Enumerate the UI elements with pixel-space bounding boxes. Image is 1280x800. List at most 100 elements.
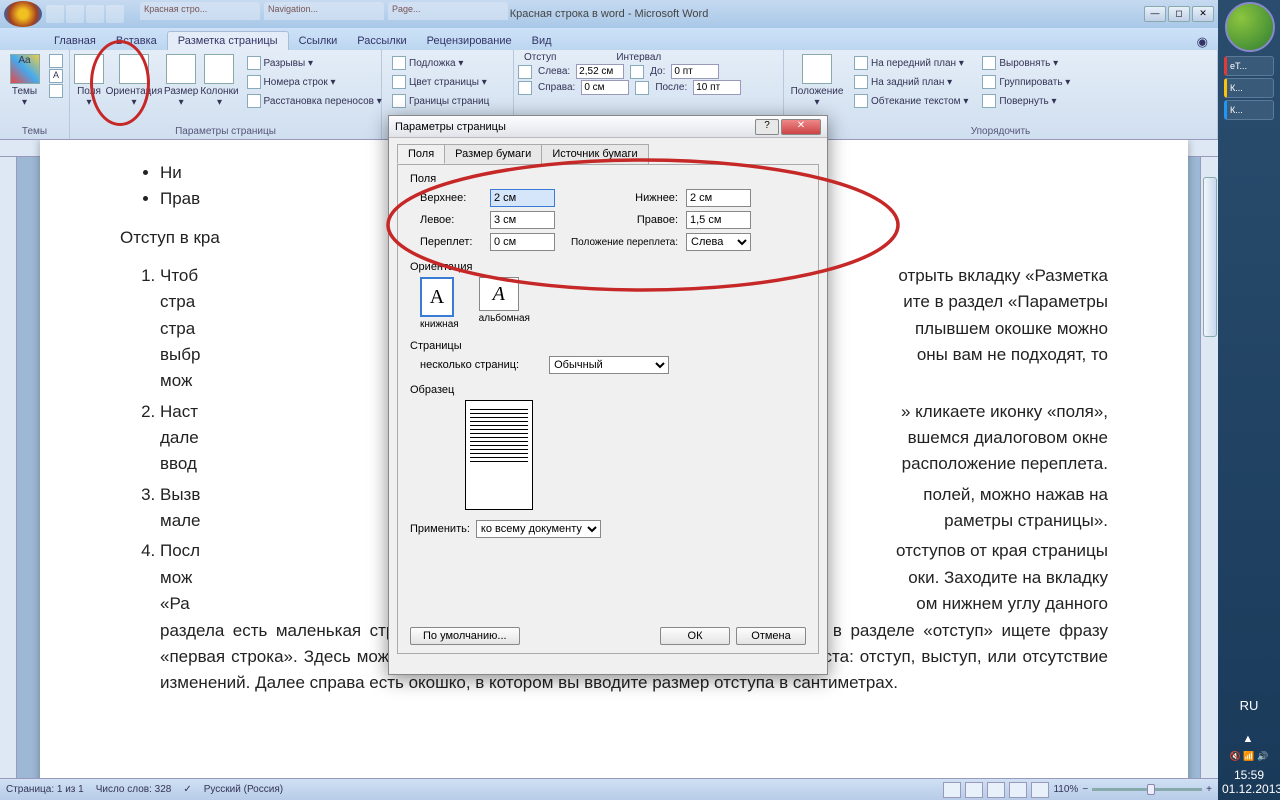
theme-colors-icon[interactable] bbox=[49, 54, 63, 68]
view-fullscreen-icon[interactable] bbox=[965, 782, 983, 798]
left-margin-label: Левое: bbox=[420, 214, 482, 226]
ok-button[interactable]: ОК bbox=[660, 627, 730, 645]
tray-icons[interactable]: 🔇 📶 🔊 bbox=[1222, 751, 1276, 762]
indent-left-input[interactable] bbox=[576, 64, 624, 79]
tab-references[interactable]: Ссылки bbox=[289, 32, 348, 50]
line-numbers-button[interactable]: Номера строк ▾ bbox=[243, 73, 386, 91]
taskbar-app-1[interactable]: eT... bbox=[1224, 56, 1274, 76]
bg-tab: Красная стро... bbox=[140, 2, 260, 20]
right-margin-label: Правое: bbox=[568, 214, 678, 226]
dialog-tab-paper[interactable]: Размер бумаги bbox=[444, 144, 542, 164]
maximize-button[interactable]: ◻ bbox=[1168, 6, 1190, 22]
dialog-close-button[interactable]: ✕ bbox=[781, 119, 821, 135]
spacing-after-input[interactable] bbox=[693, 80, 741, 95]
landscape-option[interactable]: A альбомная bbox=[479, 277, 530, 330]
system-tray: RU ▲ 🔇 📶 🔊 15:59 01.12.2013 bbox=[1218, 694, 1280, 800]
clock-time[interactable]: 15:59 bbox=[1222, 768, 1276, 782]
multi-pages-label: несколько страниц: bbox=[420, 359, 519, 371]
ribbon-help-icon[interactable]: ◉ bbox=[1197, 34, 1218, 50]
hyphenation-button[interactable]: Расстановка переносов ▾ bbox=[243, 92, 386, 110]
portrait-icon: A bbox=[420, 277, 454, 317]
send-back-button[interactable]: На задний план ▾ bbox=[850, 73, 972, 91]
status-language[interactable]: Русский (Россия) bbox=[204, 784, 283, 795]
bottom-margin-input[interactable] bbox=[686, 189, 751, 207]
text-wrap-button[interactable]: Обтекание текстом ▾ bbox=[850, 92, 972, 110]
page-color-button[interactable]: Цвет страницы ▾ bbox=[388, 73, 493, 91]
position-button[interactable]: Положение▾ bbox=[788, 52, 846, 120]
group-button[interactable]: Группировать ▾ bbox=[978, 73, 1074, 91]
tab-page-layout[interactable]: Разметка страницы bbox=[167, 31, 289, 50]
group-label-themes: Темы bbox=[4, 125, 65, 137]
language-indicator[interactable]: RU bbox=[1222, 698, 1276, 713]
gutter-input[interactable] bbox=[490, 233, 555, 251]
right-margin-input[interactable] bbox=[686, 211, 751, 229]
taskbar-app-3[interactable]: К... bbox=[1224, 100, 1274, 120]
align-button[interactable]: Выровнять ▾ bbox=[978, 54, 1074, 72]
gutter-pos-select[interactable]: Слева bbox=[686, 233, 751, 251]
top-margin-input[interactable] bbox=[490, 189, 555, 207]
group-label-page-setup: Параметры страницы bbox=[74, 125, 377, 137]
qat-save-icon[interactable] bbox=[46, 5, 64, 23]
theme-fonts-icon[interactable]: A bbox=[49, 69, 63, 83]
send-back-icon bbox=[854, 75, 868, 89]
scrollbar-thumb[interactable] bbox=[1203, 177, 1217, 337]
apply-to-select[interactable]: ко всему документу bbox=[476, 520, 601, 538]
office-button[interactable] bbox=[4, 1, 42, 27]
columns-button[interactable]: Колонки▾ bbox=[200, 52, 238, 120]
default-button[interactable]: По умолчанию... bbox=[410, 627, 520, 645]
left-margin-input[interactable] bbox=[490, 211, 555, 229]
start-button[interactable] bbox=[1225, 2, 1275, 52]
dialog-tab-source[interactable]: Источник бумаги bbox=[541, 144, 648, 164]
themes-icon: Aa bbox=[10, 54, 40, 84]
view-web-icon[interactable] bbox=[987, 782, 1005, 798]
qat-customize-icon[interactable] bbox=[106, 5, 124, 23]
multi-pages-select[interactable]: Обычный bbox=[549, 356, 669, 374]
view-draft-icon[interactable] bbox=[1031, 782, 1049, 798]
tab-home[interactable]: Главная bbox=[44, 32, 106, 50]
breaks-button[interactable]: Разрывы ▾ bbox=[243, 54, 386, 72]
portrait-option[interactable]: A книжная bbox=[420, 277, 459, 330]
size-icon bbox=[166, 54, 196, 84]
themes-button[interactable]: Aa Темы▾ bbox=[4, 52, 45, 120]
minimize-button[interactable]: — bbox=[1144, 6, 1166, 22]
tab-review[interactable]: Рецензирование bbox=[417, 32, 522, 50]
status-words[interactable]: Число слов: 328 bbox=[96, 784, 172, 795]
orientation-button[interactable]: Ориентация▾ bbox=[106, 52, 162, 120]
size-button[interactable]: Размер▾ bbox=[164, 52, 198, 120]
bg-tab: Navigation... bbox=[264, 2, 384, 20]
page-borders-button[interactable]: Границы страниц bbox=[388, 92, 493, 110]
zoom-slider-thumb[interactable] bbox=[1147, 784, 1155, 795]
apply-to-label: Применить: bbox=[410, 523, 470, 535]
vertical-scrollbar[interactable] bbox=[1200, 157, 1218, 778]
status-proofing-icon[interactable]: ✓ bbox=[183, 784, 191, 795]
indent-right-input[interactable] bbox=[581, 80, 629, 95]
zoom-in-button[interactable]: + bbox=[1206, 784, 1212, 795]
spacing-before-input[interactable] bbox=[671, 64, 719, 79]
close-button[interactable]: ✕ bbox=[1192, 6, 1214, 22]
zoom-out-button[interactable]: − bbox=[1082, 784, 1088, 795]
tab-view[interactable]: Вид bbox=[522, 32, 562, 50]
zoom-slider[interactable] bbox=[1092, 788, 1202, 791]
margins-button[interactable]: Поля▾ bbox=[74, 52, 104, 120]
watermark-button[interactable]: Подложка ▾ bbox=[388, 54, 493, 72]
cancel-button[interactable]: Отмена bbox=[736, 627, 806, 645]
dialog-title-bar[interactable]: Параметры страницы ? ✕ bbox=[389, 116, 827, 138]
tab-mailings[interactable]: Рассылки bbox=[347, 32, 416, 50]
tab-insert[interactable]: Вставка bbox=[106, 32, 167, 50]
view-print-layout-icon[interactable] bbox=[943, 782, 961, 798]
dialog-help-button[interactable]: ? bbox=[755, 119, 779, 135]
taskbar-app-2[interactable]: К... bbox=[1224, 78, 1274, 98]
view-outline-icon[interactable] bbox=[1009, 782, 1027, 798]
desktop-sidebar: eT... К... К... RU ▲ 🔇 📶 🔊 15:59 01.12.2… bbox=[1218, 0, 1280, 800]
spacing-label: Интервал bbox=[616, 52, 661, 63]
theme-effects-icon[interactable] bbox=[49, 84, 63, 98]
gutter-label: Переплет: bbox=[420, 236, 482, 248]
status-page[interactable]: Страница: 1 из 1 bbox=[6, 784, 84, 795]
qat-undo-icon[interactable] bbox=[66, 5, 84, 23]
vertical-ruler[interactable] bbox=[0, 157, 17, 778]
dialog-tab-fields[interactable]: Поля bbox=[397, 144, 445, 164]
bring-front-button[interactable]: На передний план ▾ bbox=[850, 54, 972, 72]
qat-redo-icon[interactable] bbox=[86, 5, 104, 23]
rotate-button[interactable]: Повернуть ▾ bbox=[978, 92, 1074, 110]
zoom-level[interactable]: 110% bbox=[1053, 784, 1078, 795]
